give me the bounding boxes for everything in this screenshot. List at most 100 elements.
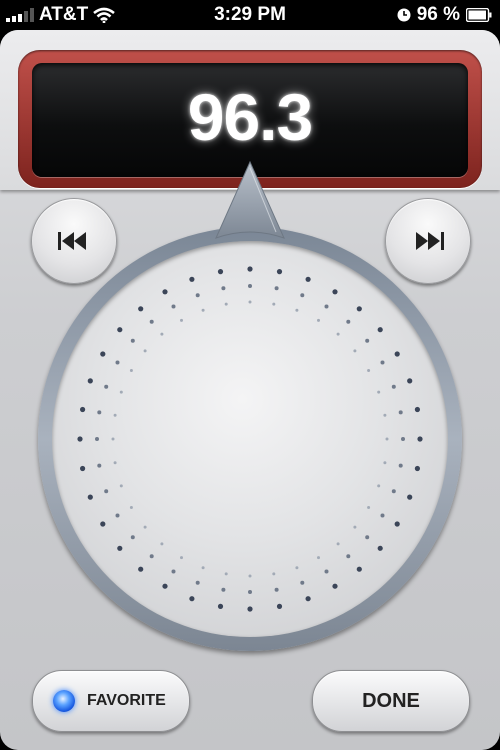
dial-dot xyxy=(189,596,195,602)
favorite-button[interactable]: FAVORITE xyxy=(32,670,190,732)
dial-dot xyxy=(80,465,86,472)
dial-dot xyxy=(87,494,93,500)
dial-dot xyxy=(317,556,320,560)
done-button[interactable]: DONE xyxy=(312,670,470,732)
dial-dot xyxy=(180,556,183,560)
dial-dot xyxy=(130,535,135,540)
dial-dot xyxy=(365,535,370,540)
dial-dot xyxy=(171,304,176,309)
dial-dot xyxy=(180,318,183,322)
dial-dot xyxy=(217,603,224,609)
dial-dot xyxy=(104,384,109,389)
dial-dot xyxy=(160,332,164,336)
dial-dot xyxy=(117,545,123,551)
status-right: 96 % xyxy=(397,4,492,26)
dial-dot xyxy=(247,266,253,272)
dial-dot xyxy=(115,513,120,518)
dial-dot xyxy=(113,461,117,465)
dial-dot xyxy=(377,327,383,333)
dial-dot xyxy=(104,489,109,494)
dial-dot xyxy=(138,566,144,572)
dial-dot xyxy=(143,349,147,353)
battery-icon xyxy=(466,8,492,22)
dial-dot xyxy=(367,369,371,372)
dial-dot xyxy=(129,506,133,509)
dial-dot xyxy=(217,269,224,275)
dial-dot xyxy=(149,554,154,559)
dial-dot xyxy=(401,437,405,441)
dial-dot xyxy=(380,360,385,365)
dial-dot xyxy=(317,318,320,322)
dial-dot xyxy=(248,574,252,578)
dial-dot xyxy=(100,521,106,527)
dial-dot xyxy=(276,269,283,275)
dial-dot xyxy=(224,302,228,306)
dial-dot xyxy=(398,410,403,415)
dial-dot xyxy=(383,461,387,465)
dial-dot xyxy=(385,437,389,441)
dial-dot xyxy=(195,580,200,585)
dial-dot xyxy=(162,583,168,589)
dial-dot xyxy=(394,351,400,357)
dial-dot xyxy=(115,360,120,365)
status-bar: AT&T 3:29 PM 96 % xyxy=(0,0,500,30)
dial-dot xyxy=(221,587,226,592)
dial-dot xyxy=(247,606,253,612)
dial-dot xyxy=(130,338,135,343)
dial-dot xyxy=(305,276,311,282)
dial-dot xyxy=(248,590,252,594)
dial-dot xyxy=(171,569,176,574)
dial-dot xyxy=(377,484,381,488)
dial-dot xyxy=(248,300,252,304)
signal-bars-icon xyxy=(6,8,34,22)
dial-dot xyxy=(336,542,340,546)
dial-dot xyxy=(332,289,338,295)
dial-dot xyxy=(417,436,423,442)
dial-dot xyxy=(276,603,283,609)
dial-dot xyxy=(189,276,195,282)
dial-dot xyxy=(100,351,106,357)
dial-dot xyxy=(272,302,276,306)
battery-percent: 96 % xyxy=(416,4,460,25)
dial-dot xyxy=(377,390,381,394)
dial-dot xyxy=(300,293,305,298)
dial-dot xyxy=(77,436,83,442)
dial-dot xyxy=(324,569,329,574)
dial-dot xyxy=(117,327,123,333)
dial-dot xyxy=(274,286,279,291)
dial-dot xyxy=(346,319,351,324)
dial-dot xyxy=(113,413,117,417)
dial-dot xyxy=(201,308,205,312)
dial-dot xyxy=(391,384,396,389)
dial-dot xyxy=(414,465,420,472)
dial-dot xyxy=(300,580,305,585)
dial-dot xyxy=(356,306,362,312)
dial-dot xyxy=(95,437,99,441)
frequency-pointer-icon xyxy=(215,160,285,239)
dial-dot xyxy=(224,572,228,576)
dial-dot xyxy=(398,463,403,468)
wifi-icon xyxy=(93,7,116,23)
dial-dot xyxy=(138,306,144,312)
dial-dot xyxy=(332,583,338,589)
dial-dot xyxy=(407,378,413,384)
dial-dot xyxy=(143,525,147,529)
dial-dot xyxy=(149,319,154,324)
frequency-readout: 96.3 xyxy=(187,80,313,154)
dial-dot xyxy=(221,286,226,291)
dial-dot xyxy=(295,566,299,570)
dial-dot xyxy=(87,378,93,384)
dial-dot xyxy=(305,596,311,602)
dial-dot xyxy=(356,566,362,572)
dial-dot xyxy=(97,463,102,468)
dial-dot xyxy=(394,521,400,527)
dial-dot xyxy=(353,525,357,529)
dial-dot xyxy=(160,542,164,546)
dial-dot xyxy=(119,390,123,394)
dial-dot xyxy=(380,513,385,518)
dial-dot xyxy=(407,494,413,500)
dial-dot xyxy=(353,349,357,353)
dial-dot xyxy=(324,304,329,309)
dial-dot xyxy=(248,284,252,288)
dial-dot xyxy=(274,587,279,592)
